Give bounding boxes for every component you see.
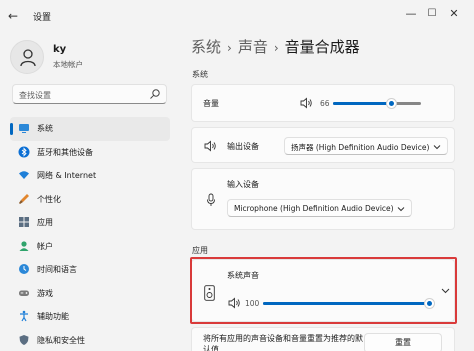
avatar[interactable] bbox=[10, 40, 44, 74]
sidebar-item-label: 隐私和安全性 bbox=[37, 335, 85, 345]
chevron-down-icon bbox=[433, 145, 441, 150]
person-icon bbox=[20, 49, 36, 67]
sidebar-item-time-language[interactable]: 时间和语言 bbox=[10, 258, 170, 282]
output-device-label: 输出设备 bbox=[227, 142, 259, 151]
minimize-button[interactable]: — bbox=[400, 6, 422, 22]
sidebar-item-label: 游戏 bbox=[37, 288, 53, 298]
speaker-icon[interactable] bbox=[300, 97, 313, 109]
output-device-card: 输出设备 扬声器 (High Definition Audio Device) bbox=[191, 127, 455, 163]
volume-slider[interactable] bbox=[333, 98, 421, 109]
input-device-dropdown[interactable]: Microphone (High Definition Audio Device… bbox=[227, 199, 412, 217]
wifi-icon bbox=[19, 171, 29, 179]
volume-label: 音量 bbox=[203, 99, 219, 108]
volume-value: 66 bbox=[320, 99, 330, 108]
section-label-system: 系统 bbox=[192, 70, 208, 79]
shield-icon bbox=[19, 334, 29, 345]
search-icon[interactable] bbox=[149, 88, 161, 100]
sidebar-item-apps[interactable]: 应用 bbox=[10, 211, 170, 235]
input-device-card: 输入设备 Microphone (High Definition Audio D… bbox=[191, 168, 455, 230]
output-device-selected: 扬声器 (High Definition Audio Device) bbox=[291, 143, 430, 152]
sidebar-item-label: 辅助功能 bbox=[37, 312, 69, 321]
page-title: 音量合成器 bbox=[284, 38, 360, 56]
close-button[interactable]: ✕ bbox=[443, 6, 465, 22]
account-type: 本地帐户 bbox=[53, 60, 83, 69]
microphone-icon bbox=[207, 193, 215, 206]
volume-slider-fill bbox=[333, 102, 392, 105]
sidebar-nav: 系统 蓝牙和其他设备 网络 & Internet 个性化 应用 帐户 时间和语言… bbox=[10, 117, 170, 351]
volume-card: 音量 66 bbox=[191, 84, 455, 122]
active-indicator bbox=[10, 123, 13, 135]
search-placeholder: 查找设置 bbox=[19, 91, 51, 100]
title-bar: ← 设置 — ☐ ✕ bbox=[0, 0, 474, 32]
sidebar-item-network[interactable]: 网络 & Internet bbox=[10, 164, 170, 188]
sidebar-item-label: 帐户 bbox=[37, 241, 53, 251]
sidebar-item-label: 网络 & Internet bbox=[37, 171, 97, 180]
back-icon[interactable]: ← bbox=[8, 9, 22, 23]
breadcrumb-system[interactable]: 系统 bbox=[191, 38, 221, 56]
brush-icon bbox=[19, 193, 29, 204]
sidebar-item-system[interactable]: 系统 bbox=[10, 117, 170, 141]
breadcrumb: 系统 › 声音 › 音量合成器 bbox=[191, 36, 360, 57]
search-input[interactable]: 查找设置 bbox=[12, 84, 167, 104]
sidebar-item-label: 应用 bbox=[37, 218, 53, 227]
apps-icon bbox=[19, 217, 29, 227]
sidebar-item-label: 个性化 bbox=[37, 194, 61, 204]
speaker-icon bbox=[204, 140, 216, 152]
sidebar-item-label: 系统 bbox=[37, 124, 53, 133]
sidebar-item-accounts[interactable]: 帐户 bbox=[10, 235, 170, 259]
gamepad-icon bbox=[19, 290, 29, 296]
input-device-selected: Microphone (High Definition Audio Device… bbox=[234, 204, 394, 213]
maximize-button[interactable]: ☐ bbox=[421, 6, 443, 22]
sidebar-item-privacy[interactable]: 隐私和安全性 bbox=[10, 329, 170, 351]
bluetooth-icon bbox=[18, 146, 30, 157]
monitor-icon bbox=[19, 124, 29, 133]
person-icon bbox=[19, 240, 29, 251]
sidebar-item-personalization[interactable]: 个性化 bbox=[10, 188, 170, 212]
reset-button[interactable]: 重置 bbox=[364, 333, 442, 351]
highlight-box bbox=[190, 257, 457, 324]
sidebar-item-bluetooth[interactable]: 蓝牙和其他设备 bbox=[10, 141, 170, 165]
sidebar-item-label: 时间和语言 bbox=[37, 265, 77, 274]
app-title: 设置 bbox=[33, 13, 52, 23]
output-device-dropdown[interactable]: 扬声器 (High Definition Audio Device) bbox=[284, 137, 448, 155]
breadcrumb-separator: › bbox=[273, 41, 279, 55]
sidebar-item-gaming[interactable]: 游戏 bbox=[10, 282, 170, 306]
accessibility-icon bbox=[20, 310, 28, 322]
globe-clock-icon bbox=[19, 264, 29, 274]
user-name: ky bbox=[53, 44, 67, 55]
input-device-label: 输入设备 bbox=[227, 180, 259, 189]
chevron-down-icon bbox=[397, 207, 405, 212]
sidebar-item-accessibility[interactable]: 辅助功能 bbox=[10, 305, 170, 329]
section-label-apps: 应用 bbox=[192, 246, 208, 255]
reset-description: 将所有应用的声音设备和音量重置为推荐的默认值 bbox=[203, 334, 363, 351]
breadcrumb-separator: › bbox=[227, 41, 232, 55]
volume-slider-thumb[interactable] bbox=[385, 98, 397, 109]
sidebar-item-label: 蓝牙和其他设备 bbox=[37, 147, 93, 157]
breadcrumb-sound[interactable]: 声音 bbox=[238, 38, 268, 56]
reset-card: 将所有应用的声音设备和音量重置为推荐的默认值 重置 bbox=[191, 327, 455, 351]
